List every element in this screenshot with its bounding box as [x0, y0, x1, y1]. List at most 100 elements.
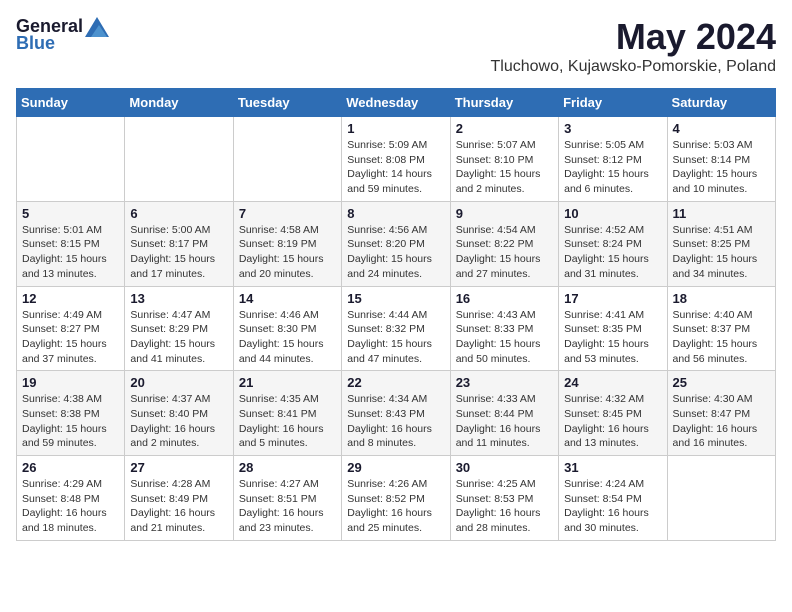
day-info: Sunrise: 4:41 AMSunset: 8:35 PMDaylight:… — [564, 308, 661, 367]
calendar-cell: 27 Sunrise: 4:28 AMSunset: 8:49 PMDayligh… — [125, 456, 233, 541]
calendar-cell: 30Sunrise: 4:25 AMSunset: 8:53 PMDayligh… — [450, 456, 558, 541]
header: General Blue May 2024 Tluchowo, Kujawsko… — [16, 16, 776, 76]
header-tuesday: Tuesday — [233, 89, 341, 117]
day-number: 12 — [22, 291, 119, 306]
day-info: Sunrise: 4:51 AMSunset: 8:25 PMDaylight:… — [673, 223, 770, 282]
day-info: Sunrise: 5:09 AMSunset: 8:08 PMDaylight:… — [347, 138, 444, 197]
header-friday: Friday — [559, 89, 667, 117]
calendar-cell — [17, 117, 125, 202]
calendar-cell: 4Sunrise: 5:03 AMSunset: 8:14 PMDaylight… — [667, 117, 775, 202]
day-number: 22 — [347, 375, 444, 390]
day-info: Sunrise: 5:03 AMSunset: 8:14 PMDaylight:… — [673, 138, 770, 197]
day-info: Sunrise: 4:47 AMSunset: 8:29 PMDaylight:… — [130, 308, 227, 367]
day-number: 3 — [564, 121, 661, 136]
day-info: Sunrise: 5:07 AMSunset: 8:10 PMDaylight:… — [456, 138, 553, 197]
day-number: 23 — [456, 375, 553, 390]
day-info: Sunrise: 4:32 AMSunset: 8:45 PMDaylight:… — [564, 392, 661, 451]
day-info: Sunrise: 4:40 AMSunset: 8:37 PMDaylight:… — [673, 308, 770, 367]
day-info: Sunrise: 4:46 AMSunset: 8:30 PMDaylight:… — [239, 308, 336, 367]
calendar-week-row: 1 Sunrise: 5:09 AMSunset: 8:08 PMDaylight… — [17, 117, 776, 202]
calendar-cell — [125, 117, 233, 202]
logo: General Blue — [16, 16, 109, 54]
day-info: Sunrise: 5:01 AMSunset: 8:15 PMDaylight:… — [22, 223, 119, 282]
day-info: Sunrise: 4:35 AMSunset: 8:41 PMDaylight:… — [239, 392, 336, 451]
calendar-cell: 31 Sunrise: 4:24 AMSunset: 8:54 PMDayligh… — [559, 456, 667, 541]
day-info: Sunrise: 4:33 AMSunset: 8:44 PMDaylight:… — [456, 392, 553, 451]
calendar-cell: 13 Sunrise: 4:47 AMSunset: 8:29 PMDayligh… — [125, 286, 233, 371]
day-number: 28 — [239, 460, 336, 475]
day-number: 16 — [456, 291, 553, 306]
calendar-cell: 6 Sunrise: 5:00 AMSunset: 8:17 PMDaylight… — [125, 201, 233, 286]
day-info: Sunrise: 4:54 AMSunset: 8:22 PMDaylight:… — [456, 223, 553, 282]
calendar-cell: 28Sunrise: 4:27 AMSunset: 8:51 PMDayligh… — [233, 456, 341, 541]
day-info: Sunrise: 5:00 AMSunset: 8:17 PMDaylight:… — [130, 223, 227, 282]
calendar-cell: 8 Sunrise: 4:56 AMSunset: 8:20 PMDaylight… — [342, 201, 450, 286]
day-info: Sunrise: 4:38 AMSunset: 8:38 PMDaylight:… — [22, 392, 119, 451]
day-number: 19 — [22, 375, 119, 390]
day-info: Sunrise: 4:34 AMSunset: 8:43 PMDaylight:… — [347, 392, 444, 451]
day-number: 17 — [564, 291, 661, 306]
calendar-week-row: 12 Sunrise: 4:49 AMSunset: 8:27 PMDayligh… — [17, 286, 776, 371]
day-info: Sunrise: 4:43 AMSunset: 8:33 PMDaylight:… — [456, 308, 553, 367]
day-number: 6 — [130, 206, 227, 221]
header-thursday: Thursday — [450, 89, 558, 117]
day-number: 21 — [239, 375, 336, 390]
day-info: Sunrise: 4:24 AMSunset: 8:54 PMDaylight:… — [564, 477, 661, 536]
day-number: 1 — [347, 121, 444, 136]
calendar-cell: 7Sunrise: 4:58 AMSunset: 8:19 PMDaylight… — [233, 201, 341, 286]
calendar-cell: 14 Sunrise: 4:46 AMSunset: 8:30 PMDayligh… — [233, 286, 341, 371]
day-info: Sunrise: 4:37 AMSunset: 8:40 PMDaylight:… — [130, 392, 227, 451]
calendar-cell — [233, 117, 341, 202]
calendar-cell: 2 Sunrise: 5:07 AMSunset: 8:10 PMDaylight… — [450, 117, 558, 202]
location-subtitle: Tluchowo, Kujawsko-Pomorskie, Poland — [491, 58, 776, 76]
header-saturday: Saturday — [667, 89, 775, 117]
calendar-cell: 19 Sunrise: 4:38 AMSunset: 8:38 PMDayligh… — [17, 371, 125, 456]
calendar-cell: 15Sunrise: 4:44 AMSunset: 8:32 PMDayligh… — [342, 286, 450, 371]
day-number: 20 — [130, 375, 227, 390]
day-info: Sunrise: 4:52 AMSunset: 8:24 PMDaylight:… — [564, 223, 661, 282]
title-section: May 2024 Tluchowo, Kujawsko-Pomorskie, P… — [491, 16, 776, 76]
day-number: 27 — [130, 460, 227, 475]
day-number: 8 — [347, 206, 444, 221]
calendar-cell: 17 Sunrise: 4:41 AMSunset: 8:35 PMDayligh… — [559, 286, 667, 371]
calendar-cell: 5Sunrise: 5:01 AMSunset: 8:15 PMDaylight… — [17, 201, 125, 286]
day-number: 10 — [564, 206, 661, 221]
calendar-cell: 26Sunrise: 4:29 AMSunset: 8:48 PMDayligh… — [17, 456, 125, 541]
calendar-week-row: 5Sunrise: 5:01 AMSunset: 8:15 PMDaylight… — [17, 201, 776, 286]
day-number: 29 — [347, 460, 444, 475]
calendar-cell: 22 Sunrise: 4:34 AMSunset: 8:43 PMDayligh… — [342, 371, 450, 456]
calendar-cell: 10 Sunrise: 4:52 AMSunset: 8:24 PMDayligh… — [559, 201, 667, 286]
day-number: 9 — [456, 206, 553, 221]
calendar-cell: 12 Sunrise: 4:49 AMSunset: 8:27 PMDayligh… — [17, 286, 125, 371]
day-number: 13 — [130, 291, 227, 306]
day-number: 31 — [564, 460, 661, 475]
day-number: 14 — [239, 291, 336, 306]
day-info: Sunrise: 5:05 AMSunset: 8:12 PMDaylight:… — [564, 138, 661, 197]
calendar-header-row: SundayMondayTuesdayWednesdayThursdayFrid… — [17, 89, 776, 117]
month-year-title: May 2024 — [491, 16, 776, 58]
calendar-table: SundayMondayTuesdayWednesdayThursdayFrid… — [16, 88, 776, 541]
calendar-cell: 16 Sunrise: 4:43 AMSunset: 8:33 PMDayligh… — [450, 286, 558, 371]
day-number: 11 — [673, 206, 770, 221]
logo-blue-text: Blue — [16, 33, 55, 54]
day-info: Sunrise: 4:28 AMSunset: 8:49 PMDaylight:… — [130, 477, 227, 536]
calendar-cell: 18 Sunrise: 4:40 AMSunset: 8:37 PMDayligh… — [667, 286, 775, 371]
day-info: Sunrise: 4:58 AMSunset: 8:19 PMDaylight:… — [239, 223, 336, 282]
day-number: 30 — [456, 460, 553, 475]
day-number: 2 — [456, 121, 553, 136]
calendar-cell: 20 Sunrise: 4:37 AMSunset: 8:40 PMDayligh… — [125, 371, 233, 456]
day-info: Sunrise: 4:30 AMSunset: 8:47 PMDaylight:… — [673, 392, 770, 451]
calendar-cell: 1 Sunrise: 5:09 AMSunset: 8:08 PMDaylight… — [342, 117, 450, 202]
calendar-cell: 29 Sunrise: 4:26 AMSunset: 8:52 PMDayligh… — [342, 456, 450, 541]
calendar-cell: 21 Sunrise: 4:35 AMSunset: 8:41 PMDayligh… — [233, 371, 341, 456]
day-info: Sunrise: 4:56 AMSunset: 8:20 PMDaylight:… — [347, 223, 444, 282]
calendar-week-row: 19 Sunrise: 4:38 AMSunset: 8:38 PMDayligh… — [17, 371, 776, 456]
calendar-cell: 25Sunrise: 4:30 AMSunset: 8:47 PMDayligh… — [667, 371, 775, 456]
day-number: 24 — [564, 375, 661, 390]
day-number: 15 — [347, 291, 444, 306]
calendar-week-row: 26Sunrise: 4:29 AMSunset: 8:48 PMDayligh… — [17, 456, 776, 541]
day-info: Sunrise: 4:49 AMSunset: 8:27 PMDaylight:… — [22, 308, 119, 367]
day-info: Sunrise: 4:26 AMSunset: 8:52 PMDaylight:… — [347, 477, 444, 536]
day-info: Sunrise: 4:29 AMSunset: 8:48 PMDaylight:… — [22, 477, 119, 536]
day-number: 18 — [673, 291, 770, 306]
